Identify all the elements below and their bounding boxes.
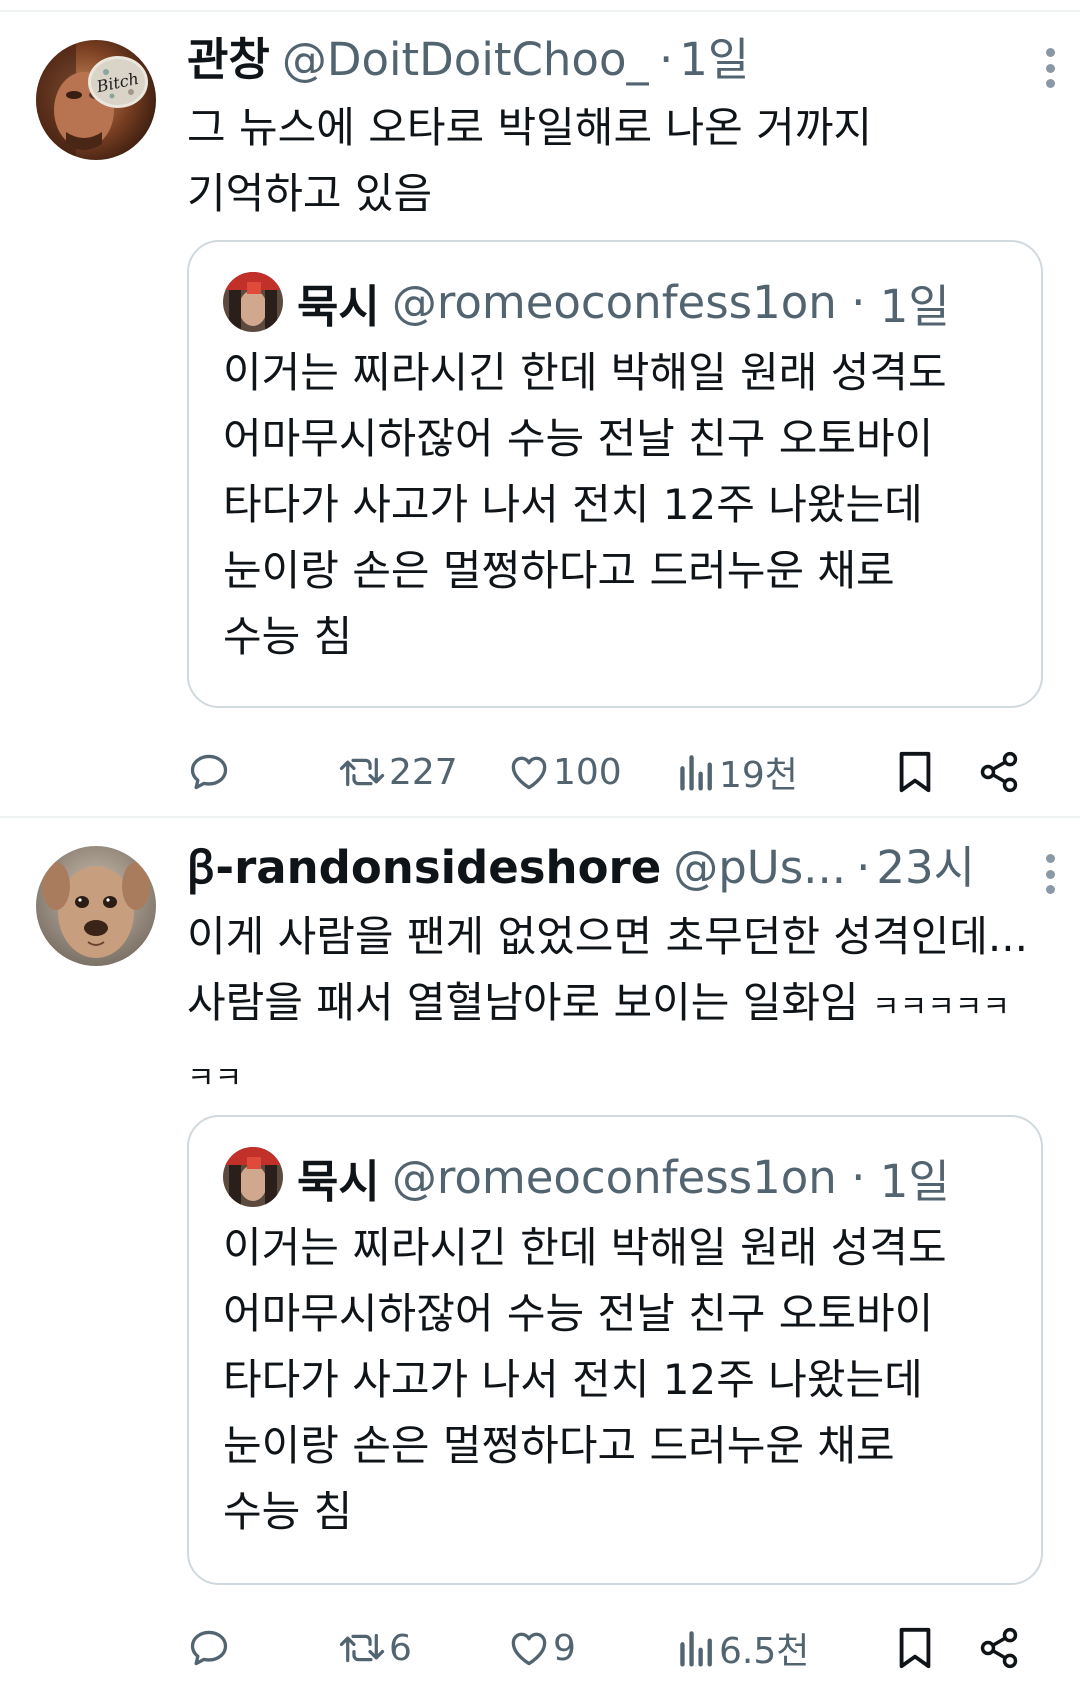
tweet-header: ꞵ-randonsideshore @pUs... · 23시: [187, 838, 1040, 898]
avatar-image: [36, 846, 156, 966]
avatar[interactable]: [36, 846, 156, 966]
quote-header: 묵시 @romeoconfess1on · 1일: [223, 272, 950, 333]
tweet-header: 관창 @DoitDoitChoo_ · 1일: [187, 30, 1040, 90]
heart-icon: [511, 756, 547, 790]
view-count: 19천: [719, 755, 798, 796]
quote-text: 이거는 찌라시긴 한데 박해일 원래 성격도 어마무시하잖어 수능 전날 친구 …: [223, 1223, 947, 1536]
like-count: 9: [553, 1627, 576, 1669]
retweet-count: 227: [389, 751, 458, 793]
author-handle[interactable]: @DoitDoitChoo_: [282, 30, 649, 90]
heart-icon: [511, 1632, 547, 1666]
more-options-icon[interactable]: [1032, 46, 1068, 90]
share-icon: [980, 1627, 1018, 1669]
views-button[interactable]: 6.5천: [677, 1618, 809, 1678]
retweet-button[interactable]: 227: [337, 742, 458, 802]
quote-text: 이거는 찌라시긴 한데 박해일 원래 성격도 어마무시하잖어 수능 전날 친구 …: [223, 348, 947, 661]
bookmark-button[interactable]: [895, 1618, 935, 1678]
quote-author-handle: @romeoconfess1on: [391, 275, 837, 329]
reply-icon: [190, 1630, 228, 1666]
like-button[interactable]: 100: [507, 742, 622, 802]
like-button[interactable]: 9: [507, 1618, 576, 1678]
tweet[interactable]: ꞵ-randonsideshore @pUs... · 23시 이게 사람을 팬…: [0, 818, 1080, 1690]
quote-avatar: [223, 1147, 283, 1207]
like-count: 100: [553, 751, 622, 793]
reply-button[interactable]: [187, 1618, 233, 1678]
separator-dot: ·: [836, 1150, 880, 1204]
avatar-image: Bitch: [36, 40, 156, 160]
separator-dot: ·: [658, 33, 674, 86]
views-chart-icon: [680, 1631, 712, 1667]
view-count: 6.5천: [719, 1631, 810, 1672]
tweet-text: 그 뉴스에 오타로 박일해로 나온 거까지 기억하고 있음: [187, 103, 872, 218]
tweet[interactable]: Bitch 관창 @DoitDoitChoo_ · 1일 그 뉴스에 오타로 박…: [0, 12, 1080, 818]
author-name[interactable]: 관창: [187, 30, 270, 90]
reply-icon: [190, 754, 228, 790]
quoted-tweet[interactable]: 묵시 @romeoconfess1on · 1일 이거는 찌라시긴 한데 박해일…: [187, 240, 1043, 708]
action-bar: 6 9 6.5천: [187, 1618, 1047, 1678]
retweet-icon: [339, 757, 385, 787]
share-button[interactable]: [977, 1618, 1021, 1678]
reply-button[interactable]: [187, 742, 233, 802]
bookmark-button[interactable]: [895, 742, 935, 802]
bookmark-icon: [899, 751, 931, 793]
retweet-button[interactable]: 6: [337, 1618, 412, 1678]
share-icon: [980, 751, 1018, 793]
quote-header: 묵시 @romeoconfess1on · 1일: [223, 1147, 950, 1208]
separator-dot: ·: [856, 841, 871, 894]
quote-avatar: [223, 272, 283, 332]
more-options-icon[interactable]: [1032, 852, 1068, 896]
quote-timestamp: 1일: [879, 279, 950, 333]
bookmark-icon: [899, 1627, 931, 1669]
author-handle[interactable]: @pUs...: [673, 838, 846, 898]
retweet-count: 6: [389, 1627, 412, 1669]
share-button[interactable]: [977, 742, 1021, 802]
tweet-text: 이게 사람을 팬게 없었으면 초무던한 성격인데... 사람을 패서 열혈남아로…: [187, 904, 1044, 1112]
action-bar: 227 100 19천: [187, 742, 1047, 802]
views-chart-icon: [680, 755, 712, 791]
quoted-tweet[interactable]: 묵시 @romeoconfess1on · 1일 이거는 찌라시긴 한데 박해일…: [187, 1115, 1043, 1585]
views-button[interactable]: 19천: [677, 742, 798, 802]
timestamp[interactable]: 1일: [679, 30, 749, 90]
quote-timestamp: 1일: [879, 1154, 950, 1208]
quote-author-name: 묵시: [297, 279, 380, 333]
quote-author-name: 묵시: [297, 1154, 380, 1208]
retweet-icon: [339, 1633, 385, 1663]
separator-dot: ·: [836, 275, 880, 329]
quote-author-handle: @romeoconfess1on: [391, 1150, 837, 1204]
avatar[interactable]: Bitch: [36, 40, 156, 160]
timestamp[interactable]: 23시: [876, 838, 975, 898]
author-name[interactable]: ꞵ-randonsideshore: [187, 838, 661, 898]
